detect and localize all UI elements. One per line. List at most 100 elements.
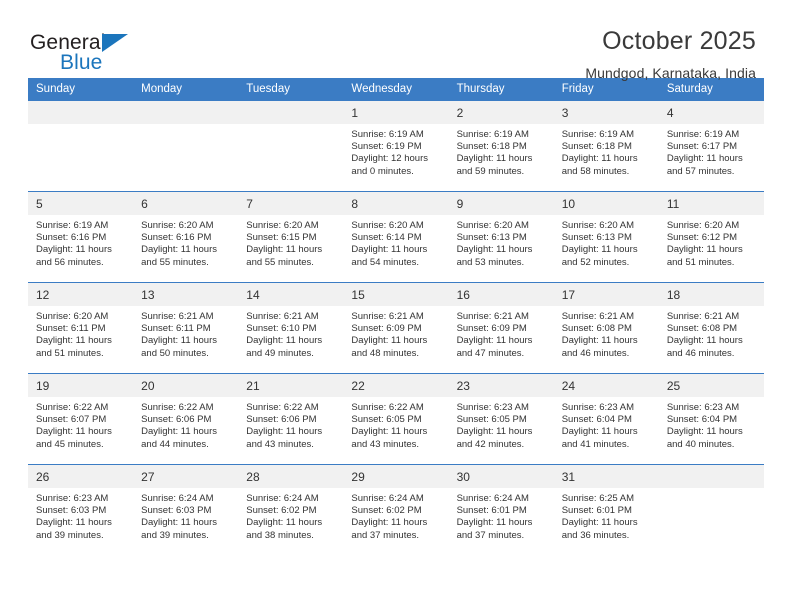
day-details: Sunrise: 6:21 AM Sunset: 6:08 PM Daylight:… — [554, 306, 659, 373]
day-detail-line: Sunrise: 6:22 AM — [246, 402, 319, 413]
calendar-day-cell[interactable]: 1 Sunrise: 6:19 AM Sunset: 6:19 PM Daylight… — [343, 101, 449, 191]
day-detail-line: Sunset: 6:08 PM — [561, 323, 632, 335]
day-number: 8 — [343, 192, 449, 215]
day-detail-line: Sunset: 6:06 PM — [141, 414, 212, 426]
day-detail-line: Sunset: 6:05 PM — [456, 414, 527, 426]
day-number: 26 — [28, 465, 134, 488]
day-detail-line: Daylight: 11 hours — [456, 335, 533, 347]
day-detail-line: Sunrise: 6:23 AM — [456, 402, 529, 413]
day-detail-line: Daylight: 11 hours — [141, 517, 218, 529]
calendar-day-cell[interactable]: 15 Sunrise: 6:21 AM Sunset: 6:09 PM Dayligh… — [343, 283, 449, 373]
calendar-day-cell[interactable]: 22 Sunrise: 6:22 AM Sunset: 6:05 PM Dayligh… — [343, 374, 449, 464]
day-details: Sunrise: 6:21 AM Sunset: 6:09 PM Daylight:… — [449, 306, 554, 373]
day-detail-line: Daylight: 11 hours — [666, 426, 743, 438]
day-detail-line: Sunset: 6:13 PM — [561, 232, 632, 244]
day-detail-line: and 53 minutes. — [456, 256, 525, 268]
day-details: Sunrise: 6:23 AM Sunset: 6:03 PM Daylight:… — [28, 488, 133, 555]
calendar-day-cell-empty — [238, 101, 344, 191]
day-detail-line: and 37 minutes. — [351, 529, 420, 541]
day-details: Sunrise: 6:21 AM Sunset: 6:09 PM Daylight:… — [343, 306, 448, 373]
calendar-day-cell[interactable]: 25 Sunrise: 6:23 AM Sunset: 6:04 PM Dayligh… — [658, 374, 764, 464]
day-details: Sunrise: 6:19 AM Sunset: 6:19 PM Daylight:… — [343, 124, 448, 191]
day-details: Sunrise: 6:24 AM Sunset: 6:02 PM Daylight:… — [343, 488, 448, 555]
day-number — [238, 101, 344, 124]
day-detail-line: and 39 minutes. — [141, 529, 209, 541]
day-detail-line: Daylight: 11 hours — [36, 335, 112, 347]
day-number — [28, 101, 134, 124]
calendar-day-cell[interactable]: 23 Sunrise: 6:23 AM Sunset: 6:05 PM Dayligh… — [448, 374, 554, 464]
title-block: October 2025 Mundgod, Karnataka, India — [585, 26, 756, 80]
page-title: October 2025 — [602, 27, 756, 55]
day-detail-line: and 43 minutes. — [351, 438, 420, 450]
day-detail-line: and 40 minutes. — [666, 438, 735, 450]
day-detail-line: Sunset: 6:16 PM — [36, 232, 107, 244]
calendar-day-cell[interactable]: 26 Sunrise: 6:23 AM Sunset: 6:03 PM Dayligh… — [28, 465, 134, 555]
day-detail-line: Sunset: 6:10 PM — [246, 323, 317, 335]
calendar-day-cell-empty — [28, 101, 134, 191]
day-detail-line: Daylight: 11 hours — [36, 517, 112, 529]
day-detail-line: Sunrise: 6:21 AM — [141, 311, 214, 322]
calendar-day-cell[interactable]: 7 Sunrise: 6:20 AM Sunset: 6:15 PM Daylight… — [238, 192, 344, 282]
calendar-day-cell[interactable]: 2 Sunrise: 6:19 AM Sunset: 6:18 PM Daylight… — [448, 101, 554, 191]
brand-logo[interactable]: General Blue — [30, 26, 150, 78]
day-detail-line: Sunset: 6:13 PM — [456, 232, 527, 244]
day-detail-line: and 46 minutes. — [666, 347, 735, 359]
calendar-day-cell[interactable]: 24 Sunrise: 6:23 AM Sunset: 6:04 PM Dayligh… — [553, 374, 659, 464]
day-number: 2 — [448, 101, 554, 124]
calendar-day-cell[interactable]: 11 Sunrise: 6:20 AM Sunset: 6:12 PM Dayligh… — [658, 192, 764, 282]
calendar-day-cell[interactable]: 18 Sunrise: 6:21 AM Sunset: 6:08 PM Dayligh… — [658, 283, 764, 373]
day-details: Sunrise: 6:23 AM Sunset: 6:05 PM Daylight:… — [449, 397, 554, 464]
day-detail-line: Sunset: 6:15 PM — [246, 232, 317, 244]
calendar-week-row: 1 Sunrise: 6:19 AM Sunset: 6:19 PM Daylight… — [28, 101, 764, 191]
day-details: Sunrise: 6:19 AM Sunset: 6:16 PM Daylight:… — [28, 215, 133, 282]
day-number: 6 — [133, 192, 239, 215]
day-detail-line: and 49 minutes. — [246, 347, 314, 359]
day-details: Sunrise: 6:20 AM Sunset: 6:13 PM Daylight:… — [449, 215, 554, 282]
day-number: 15 — [343, 283, 449, 306]
day-detail-line: Sunset: 6:01 PM — [561, 505, 632, 517]
day-number: 21 — [238, 374, 344, 397]
calendar-day-cell[interactable]: 19 Sunrise: 6:22 AM Sunset: 6:07 PM Dayligh… — [28, 374, 134, 464]
day-detail-line: and 44 minutes. — [141, 438, 209, 450]
calendar-day-cell[interactable]: 17 Sunrise: 6:21 AM Sunset: 6:08 PM Dayligh… — [553, 283, 659, 373]
calendar-day-cell[interactable]: 5 Sunrise: 6:19 AM Sunset: 6:16 PM Daylight… — [28, 192, 134, 282]
calendar-day-cell[interactable]: 8 Sunrise: 6:20 AM Sunset: 6:14 PM Daylight… — [343, 192, 449, 282]
day-detail-line: Daylight: 11 hours — [351, 517, 428, 529]
day-number: 18 — [658, 283, 764, 306]
calendar-day-cell[interactable]: 6 Sunrise: 6:20 AM Sunset: 6:16 PM Daylight… — [133, 192, 239, 282]
day-detail-line: Sunrise: 6:23 AM — [561, 402, 635, 413]
day-detail-line: Sunrise: 6:24 AM — [141, 493, 214, 504]
calendar-day-cell[interactable]: 21 Sunrise: 6:22 AM Sunset: 6:06 PM Dayligh… — [238, 374, 344, 464]
calendar-day-cell[interactable]: 12 Sunrise: 6:20 AM Sunset: 6:11 PM Dayligh… — [28, 283, 134, 373]
calendar-day-cell[interactable]: 9 Sunrise: 6:20 AM Sunset: 6:13 PM Daylight… — [448, 192, 554, 282]
brand-logo-triangle-icon — [102, 34, 128, 52]
day-detail-line: and 57 minutes. — [666, 165, 735, 177]
day-number — [133, 101, 239, 124]
calendar-day-cell[interactable]: 14 Sunrise: 6:21 AM Sunset: 6:10 PM Dayligh… — [238, 283, 344, 373]
calendar-day-cell[interactable]: 31 Sunrise: 6:25 AM Sunset: 6:01 PM Dayligh… — [553, 465, 659, 555]
calendar-day-cell[interactable]: 16 Sunrise: 6:21 AM Sunset: 6:09 PM Dayligh… — [448, 283, 554, 373]
calendar-day-cell[interactable]: 20 Sunrise: 6:22 AM Sunset: 6:06 PM Dayligh… — [133, 374, 239, 464]
calendar-day-cell[interactable]: 27 Sunrise: 6:24 AM Sunset: 6:03 PM Dayligh… — [133, 465, 239, 555]
calendar-day-cell[interactable]: 30 Sunrise: 6:24 AM Sunset: 6:01 PM Dayligh… — [448, 465, 554, 555]
day-detail-line: Sunset: 6:11 PM — [36, 323, 106, 335]
calendar-day-cell[interactable]: 10 Sunrise: 6:20 AM Sunset: 6:13 PM Dayligh… — [553, 192, 659, 282]
day-detail-line: Sunset: 6:02 PM — [351, 505, 422, 517]
day-detail-line: Sunrise: 6:19 AM — [561, 129, 635, 140]
day-detail-line: Sunset: 6:17 PM — [666, 141, 738, 153]
day-detail-line: Daylight: 11 hours — [351, 426, 428, 438]
calendar-day-cell[interactable]: 4 Sunrise: 6:19 AM Sunset: 6:17 PM Daylight… — [658, 101, 764, 191]
day-detail-line: Daylight: 11 hours — [561, 244, 638, 256]
calendar-day-cell[interactable]: 3 Sunrise: 6:19 AM Sunset: 6:18 PM Daylight… — [553, 101, 659, 191]
calendar-day-cell[interactable]: 13 Sunrise: 6:21 AM Sunset: 6:11 PM Dayligh… — [133, 283, 239, 373]
calendar-day-cell[interactable]: 29 Sunrise: 6:24 AM Sunset: 6:02 PM Dayligh… — [343, 465, 449, 555]
day-number: 31 — [553, 465, 659, 488]
day-detail-line: Sunset: 6:18 PM — [456, 141, 527, 153]
day-detail-line: Sunrise: 6:23 AM — [36, 493, 109, 504]
calendar-day-cell[interactable]: 28 Sunrise: 6:24 AM Sunset: 6:02 PM Dayligh… — [238, 465, 344, 555]
day-details: Sunrise: 6:22 AM Sunset: 6:06 PM Daylight:… — [238, 397, 343, 464]
day-detail-line: and 58 minutes. — [561, 165, 630, 177]
day-details — [28, 124, 133, 191]
day-detail-line: Daylight: 11 hours — [141, 335, 218, 347]
day-detail-line: Daylight: 11 hours — [561, 517, 638, 529]
